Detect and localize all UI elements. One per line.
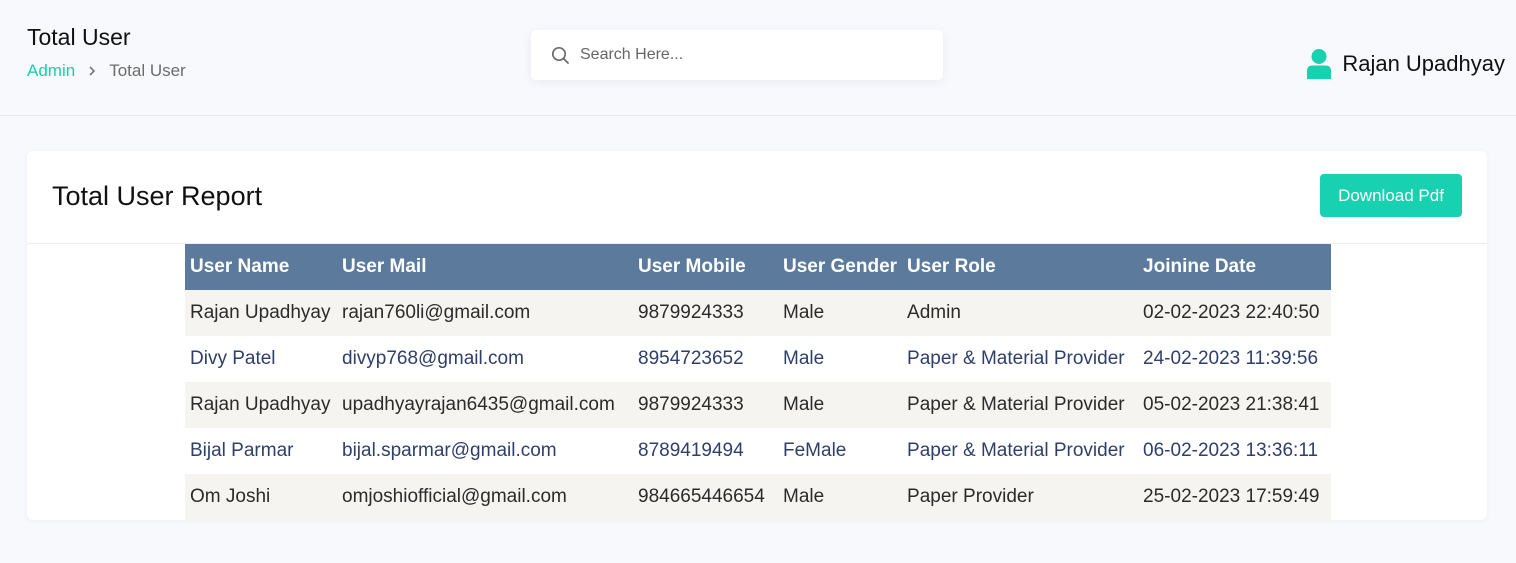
top-header: Total User Admin Total User Rajan Upadhy… xyxy=(0,0,1516,116)
user-profile[interactable]: Rajan Upadhyay xyxy=(1306,48,1505,80)
cell-user-mobile: 9879924333 xyxy=(633,382,778,428)
breadcrumb: Admin Total User xyxy=(27,61,186,81)
cell-user-mail: omjoshiofficial@gmail.com xyxy=(337,474,633,520)
cell-user-mail: upadhyayrajan6435@gmail.com xyxy=(337,382,633,428)
table-row: Bijal Parmar bijal.sparmar@gmail.com 878… xyxy=(185,428,1332,474)
column-header-user-name: User Name xyxy=(185,244,337,290)
report-title: Total User Report xyxy=(52,181,263,211)
user-name: Rajan Upadhyay xyxy=(1342,51,1505,76)
cell-user-role: Admin xyxy=(902,290,1139,336)
cell-user-mail: bijal.sparmar@gmail.com xyxy=(337,428,633,474)
cell-joining-date: 02-02-2023 22:40:50 xyxy=(1138,290,1332,336)
cell-user-mail: divyp768@gmail.com xyxy=(337,336,633,382)
page-title: Total User xyxy=(27,24,131,50)
cell-user-gender: Male xyxy=(778,382,903,428)
table-header-row: User Name User Mail User Mobile User Gen… xyxy=(185,244,1332,290)
table-row: Rajan Upadhyay rajan760li@gmail.com 9879… xyxy=(185,290,1332,336)
cell-user-name: Divy Patel xyxy=(185,336,337,382)
column-header-user-gender: User Gender xyxy=(778,244,903,290)
column-header-joining-date: Joinine Date xyxy=(1138,244,1332,290)
table-row: Divy Patel divyp768@gmail.com 8954723652… xyxy=(185,336,1332,382)
cell-user-name: Rajan Upadhyay xyxy=(185,290,337,336)
cell-user-name: Om Joshi xyxy=(185,474,337,520)
cell-user-gender: Male xyxy=(778,474,903,520)
cell-user-gender: FeMale xyxy=(778,428,903,474)
cell-user-role: Paper & Material Provider xyxy=(902,428,1139,474)
cell-user-mail: rajan760li@gmail.com xyxy=(337,290,633,336)
cell-joining-date: 05-02-2023 21:38:41 xyxy=(1138,382,1332,428)
user-icon xyxy=(1306,48,1332,80)
report-card-header: Total User Report Download Pdf xyxy=(27,151,1487,244)
cell-user-role: Paper Provider xyxy=(902,474,1139,520)
cell-user-gender: Male xyxy=(778,290,903,336)
report-card: Total User Report Download Pdf User Name… xyxy=(27,151,1487,520)
cell-user-mobile: 8789419494 xyxy=(633,428,778,474)
cell-user-mobile: 984665446654 xyxy=(633,474,778,520)
search-input[interactable] xyxy=(580,46,920,64)
cell-user-gender: Male xyxy=(778,336,903,382)
table-row: Rajan Upadhyay upadhyayrajan6435@gmail.c… xyxy=(185,382,1332,428)
cell-user-mobile: 9879924333 xyxy=(633,290,778,336)
cell-joining-date: 06-02-2023 13:36:11 xyxy=(1138,428,1332,474)
cell-user-role: Paper & Material Provider xyxy=(902,382,1139,428)
chevron-right-icon xyxy=(88,65,96,77)
cell-user-name: Bijal Parmar xyxy=(185,428,337,474)
cell-user-role: Paper & Material Provider xyxy=(902,336,1139,382)
download-pdf-button[interactable]: Download Pdf xyxy=(1320,174,1462,217)
column-header-user-mobile: User Mobile xyxy=(633,244,778,290)
cell-user-mobile: 8954723652 xyxy=(633,336,778,382)
cell-joining-date: 25-02-2023 17:59:49 xyxy=(1138,474,1332,520)
cell-joining-date: 24-02-2023 11:39:56 xyxy=(1138,336,1332,382)
cell-user-name: Rajan Upadhyay xyxy=(185,382,337,428)
search-box[interactable] xyxy=(531,30,943,80)
user-report-table: User Name User Mail User Mobile User Gen… xyxy=(185,244,1332,520)
breadcrumb-current: Total User xyxy=(109,61,186,80)
breadcrumb-link-admin[interactable]: Admin xyxy=(27,61,75,81)
table-row: Om Joshi omjoshiofficial@gmail.com 98466… xyxy=(185,474,1332,520)
search-icon xyxy=(551,46,570,65)
column-header-user-role: User Role xyxy=(902,244,1139,290)
column-header-user-mail: User Mail xyxy=(337,244,633,290)
